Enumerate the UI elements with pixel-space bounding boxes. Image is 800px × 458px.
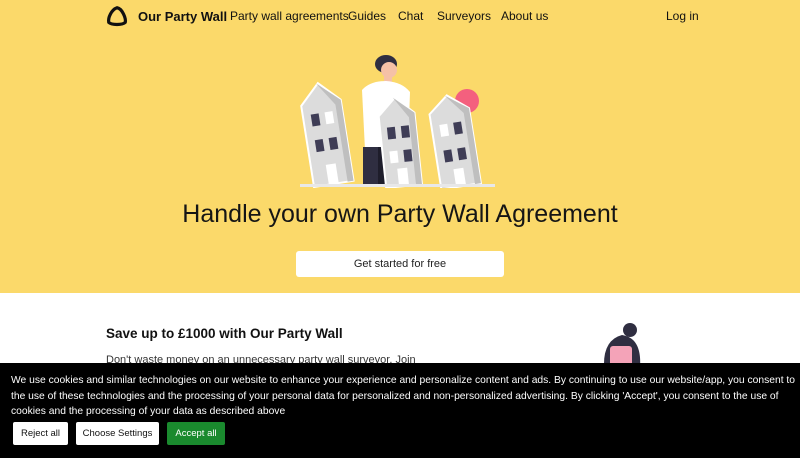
hero-illustration	[300, 55, 495, 188]
nav-link-guides[interactable]: Guides	[348, 9, 386, 23]
choose-settings-button[interactable]: Choose Settings	[76, 422, 159, 445]
logo-icon	[107, 6, 127, 27]
woman-illustration	[603, 323, 641, 367]
accept-all-button[interactable]: Accept all	[167, 422, 225, 445]
brand-name: Our Party Wall	[138, 8, 228, 24]
get-started-button[interactable]: Get started for free	[296, 251, 504, 277]
nav-link-surveyors[interactable]: Surveyors	[437, 9, 491, 23]
reject-all-button[interactable]: Reject all	[13, 422, 68, 445]
top-navigation: Our Party Wall Party wall agreements Gui…	[0, 0, 800, 32]
login-link[interactable]: Log in	[666, 9, 699, 23]
hero-section: Our Party Wall Party wall agreements Gui…	[0, 0, 800, 293]
nav-link-chat[interactable]: Chat	[398, 9, 423, 23]
savings-heading: Save up to £1000 with Our Party Wall	[106, 326, 343, 341]
cookie-consent-banner: We use cookies and similar technologies …	[0, 363, 800, 458]
cookie-consent-message: We use cookies and similar technologies …	[11, 375, 796, 417]
brand-logo[interactable]: Our Party Wall	[106, 5, 227, 27]
nav-link-party-wall-agreements[interactable]: Party wall agreements	[230, 9, 349, 23]
hero-title: Handle your own Party Wall Agreement	[182, 200, 618, 228]
nav-link-about-us[interactable]: About us	[501, 9, 548, 23]
